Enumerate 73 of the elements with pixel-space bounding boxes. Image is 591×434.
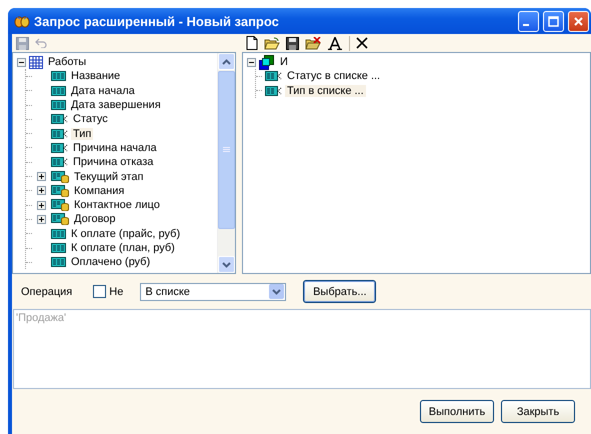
database-field-icon [51,199,69,212]
field-icon [51,100,66,110]
tree-item[interactable]: Работы [46,56,88,68]
minimize-button[interactable] [518,10,539,32]
tree-item[interactable]: Тип [71,128,94,140]
database-field-icon [51,170,69,183]
caret-icon [222,262,231,268]
field-icon [51,228,66,239]
list-field-icon [265,71,282,82]
not-checkbox[interactable] [93,285,106,298]
save-icon [16,36,29,50]
tree-item[interactable]: Компания [72,184,126,197]
list-field-icon [51,157,68,168]
undo-icon [35,38,48,48]
tree-item[interactable]: К оплате (прайс, руб) [69,228,182,240]
tree-item[interactable]: Тип в списке ... [285,84,366,97]
not-label: Не [109,286,124,298]
save-icon [286,36,299,50]
window-title: Запрос расширенный - Новый запрос [34,14,280,28]
scroll-thumb[interactable] [218,71,235,229]
operation-label: Операция [21,286,72,298]
expand-icon[interactable] [37,200,46,210]
scroll-down-button[interactable] [218,256,235,273]
tree-item[interactable]: Дата завершения [69,99,163,112]
expand-icon[interactable] [37,214,46,224]
open-folder-icon [264,36,280,50]
close-icon [573,16,584,26]
group-icon [259,54,275,70]
font-icon [327,36,343,50]
tree-item[interactable]: И [278,56,290,68]
maximize-button[interactable] [543,10,564,32]
database-field-icon [51,213,69,226]
caret-icon [272,288,282,294]
database-field-icon [51,184,69,197]
operation-dropdown[interactable]: В списке [140,282,286,300]
list-field-icon [51,114,68,124]
maximize-icon [548,16,559,26]
expand-icon[interactable] [37,186,46,196]
delete-icon [356,37,368,49]
app-icon [14,14,30,28]
list-field-icon [265,86,282,96]
field-icon [51,86,66,96]
folder-delete-icon [305,36,321,50]
tree-item[interactable]: Статус в списке ... [285,70,382,82]
field-icon [51,243,66,253]
minimize-icon [523,24,529,26]
collapse-icon[interactable] [247,58,256,67]
caret-icon [222,58,231,64]
choose-button[interactable]: Выбрать... [303,280,376,303]
new-document-icon [246,36,258,50]
action-button[interactable]: Выполнить [420,400,494,423]
list-field-icon [51,128,68,139]
tree-item[interactable]: К оплате (план, руб) [69,242,177,254]
tree-item[interactable]: Оплачено (руб) [69,256,152,268]
tree-item[interactable]: Договор [72,213,118,226]
tree-item[interactable]: Дата начала [69,84,137,97]
action-button[interactable]: Закрыть [501,400,575,423]
tree-item[interactable]: Название [69,70,122,82]
collapse-icon[interactable] [17,58,26,67]
field-icon [51,71,66,82]
expand-icon[interactable] [37,172,46,182]
tree-item[interactable]: Контактное лицо [72,199,162,212]
table-icon [29,56,43,69]
tree-item[interactable]: Причина начала [71,142,159,154]
close-button[interactable] [568,10,589,32]
tree-item[interactable]: Причина отказа [71,156,156,168]
tree-item[interactable]: Текущий этап [72,170,146,183]
list-field-icon [51,142,68,153]
grip-icon [223,147,230,153]
values-text: 'Продажа' [16,312,66,324]
scroll-up-button[interactable] [218,53,235,70]
tree-item[interactable]: Статус [71,113,110,126]
field-icon [51,257,66,268]
